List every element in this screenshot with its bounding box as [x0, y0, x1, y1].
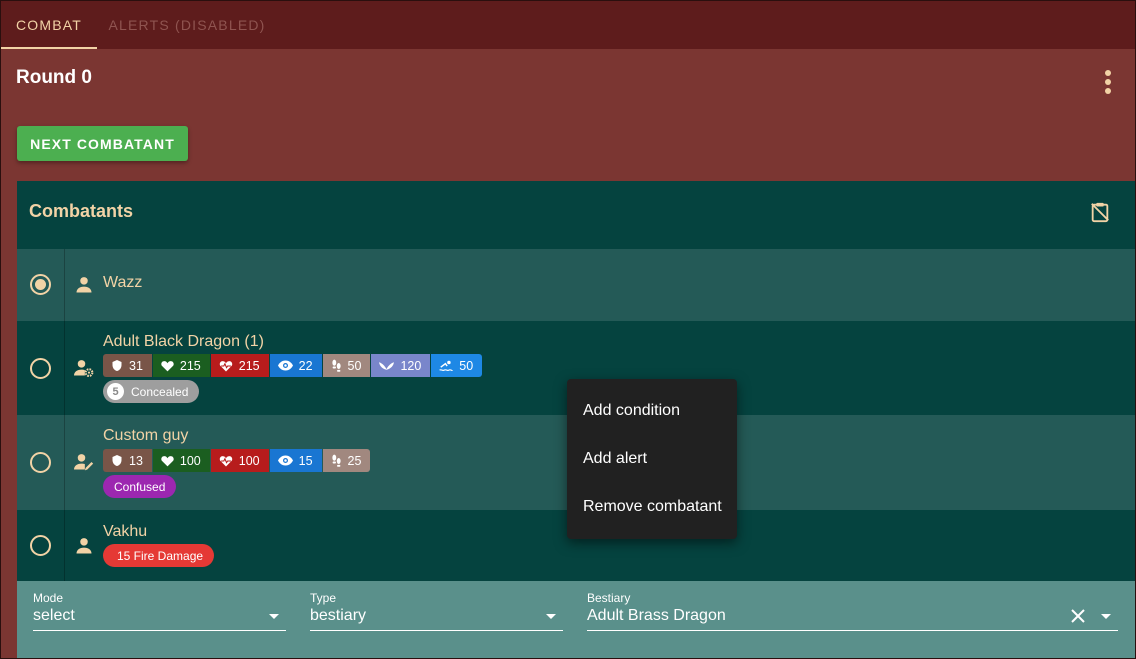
footsteps-icon	[331, 359, 341, 372]
tab-bar: COMBAT ALERTS (DISABLED)	[1, 1, 1135, 49]
combatant-row[interactable]: Wazz	[17, 249, 1135, 321]
heart-pulse-icon	[219, 455, 232, 466]
active-radio[interactable]	[30, 452, 51, 473]
round-title: Round 0	[16, 67, 92, 88]
shield-icon	[112, 455, 122, 466]
bestiary-value: Adult Brass Dragon	[587, 607, 726, 624]
row-divider	[64, 249, 65, 321]
stat-chips: 13 100 100 15 25	[103, 449, 371, 472]
fly-speed-chip: 120	[371, 354, 431, 377]
clipboard-off-icon[interactable]	[1089, 201, 1111, 223]
mode-value: select	[33, 607, 75, 624]
active-radio[interactable]	[30, 274, 51, 295]
hit-points-chip: 100	[152, 449, 210, 472]
eye-icon	[277, 360, 293, 371]
armor-class-chip: 13	[103, 449, 152, 472]
menu-item-remove-combatant[interactable]: Remove combatant	[567, 483, 737, 531]
add-combatant-form: Mode select Type bestiary Bestiary Adult…	[17, 581, 1135, 658]
condition-label: Concealed	[131, 384, 189, 399]
panel-header: Combatants	[17, 181, 1135, 249]
stat-value: 120	[400, 358, 422, 373]
active-radio[interactable]	[30, 358, 51, 379]
condition-label: Confused	[114, 479, 166, 494]
type-label: Type	[310, 591, 337, 605]
swim-icon	[439, 360, 454, 371]
stat-value: 215	[238, 358, 260, 373]
tab-combat[interactable]: COMBAT	[1, 1, 97, 49]
perception-chip: 15	[269, 449, 322, 472]
app-window: COMBAT ALERTS (DISABLED) Round 0 NEXT CO…	[0, 0, 1136, 659]
type-select[interactable]: Type bestiary	[310, 591, 563, 631]
swim-speed-chip: 50	[431, 354, 483, 377]
person-icon	[76, 538, 92, 554]
max-hp-chip: 215	[210, 354, 269, 377]
max-hp-chip: 100	[210, 449, 269, 472]
row-divider	[64, 510, 65, 581]
combatant-name[interactable]: Custom guy	[103, 427, 188, 445]
speed-chip: 25	[322, 449, 371, 472]
chevron-down-icon[interactable]	[546, 614, 556, 619]
footsteps-icon	[331, 454, 341, 467]
row-divider	[64, 321, 65, 415]
condition-chip[interactable]: 5 Concealed	[103, 380, 200, 403]
heart-icon	[161, 360, 174, 371]
speed-chip: 50	[322, 354, 371, 377]
context-menu: Add condition Add alert Remove combatant	[567, 379, 737, 539]
combatant-name[interactable]: Adult Black Dragon (1)	[103, 333, 264, 351]
stat-value: 13	[129, 453, 143, 468]
perception-chip: 22	[269, 354, 322, 377]
more-vert-icon[interactable]	[1097, 67, 1119, 97]
type-value: bestiary	[310, 607, 367, 624]
condition-badge: 5	[107, 383, 124, 400]
condition-chip[interactable]: Confused	[103, 475, 177, 498]
shield-icon	[112, 360, 122, 371]
stat-chips: 31 215 215 22 50 120 50	[103, 354, 483, 377]
stat-value: 50	[459, 358, 474, 373]
menu-item-add-alert[interactable]: Add alert	[567, 435, 737, 483]
next-combatant-button[interactable]: NEXT COMBATANT	[17, 126, 188, 161]
condition-chip[interactable]: 15 Fire Damage	[103, 544, 215, 567]
combatant-name[interactable]: Wazz	[103, 274, 142, 292]
bestiary-autocomplete[interactable]: Bestiary Adult Brass Dragon	[587, 591, 1118, 631]
active-radio[interactable]	[30, 535, 51, 556]
person-gear-icon	[74, 360, 94, 377]
heart-icon	[161, 455, 174, 466]
panel-title: Combatants	[29, 201, 134, 221]
chevron-down-icon[interactable]	[269, 614, 279, 619]
stat-value: 215	[179, 358, 201, 373]
row-divider	[64, 415, 65, 510]
heart-pulse-icon	[219, 360, 232, 371]
combatant-name[interactable]: Vakhu	[103, 523, 147, 541]
stat-value: 100	[179, 453, 201, 468]
field-underline	[33, 630, 286, 631]
close-icon[interactable]	[1070, 608, 1086, 624]
tab-alerts[interactable]: ALERTS (DISABLED)	[97, 1, 277, 49]
mode-label: Mode	[33, 591, 64, 605]
stat-value: 15	[298, 453, 313, 468]
stat-value: 25	[347, 453, 362, 468]
field-underline	[310, 630, 563, 631]
bestiary-label: Bestiary	[587, 591, 631, 605]
field-underline	[587, 630, 1118, 631]
person-edit-icon	[74, 454, 94, 471]
hit-points-chip: 215	[152, 354, 210, 377]
person-icon	[76, 277, 92, 293]
menu-item-add-condition[interactable]: Add condition	[567, 387, 737, 435]
eye-icon	[277, 455, 293, 466]
stat-value: 50	[347, 358, 362, 373]
stat-value: 100	[238, 453, 260, 468]
chevron-down-icon[interactable]	[1101, 614, 1111, 619]
stat-value: 22	[298, 358, 313, 373]
stat-value: 31	[129, 358, 143, 373]
armor-class-chip: 31	[103, 354, 152, 377]
mode-select[interactable]: Mode select	[33, 591, 286, 631]
wings-icon	[379, 361, 395, 370]
condition-label: 15 Fire Damage	[117, 548, 204, 563]
